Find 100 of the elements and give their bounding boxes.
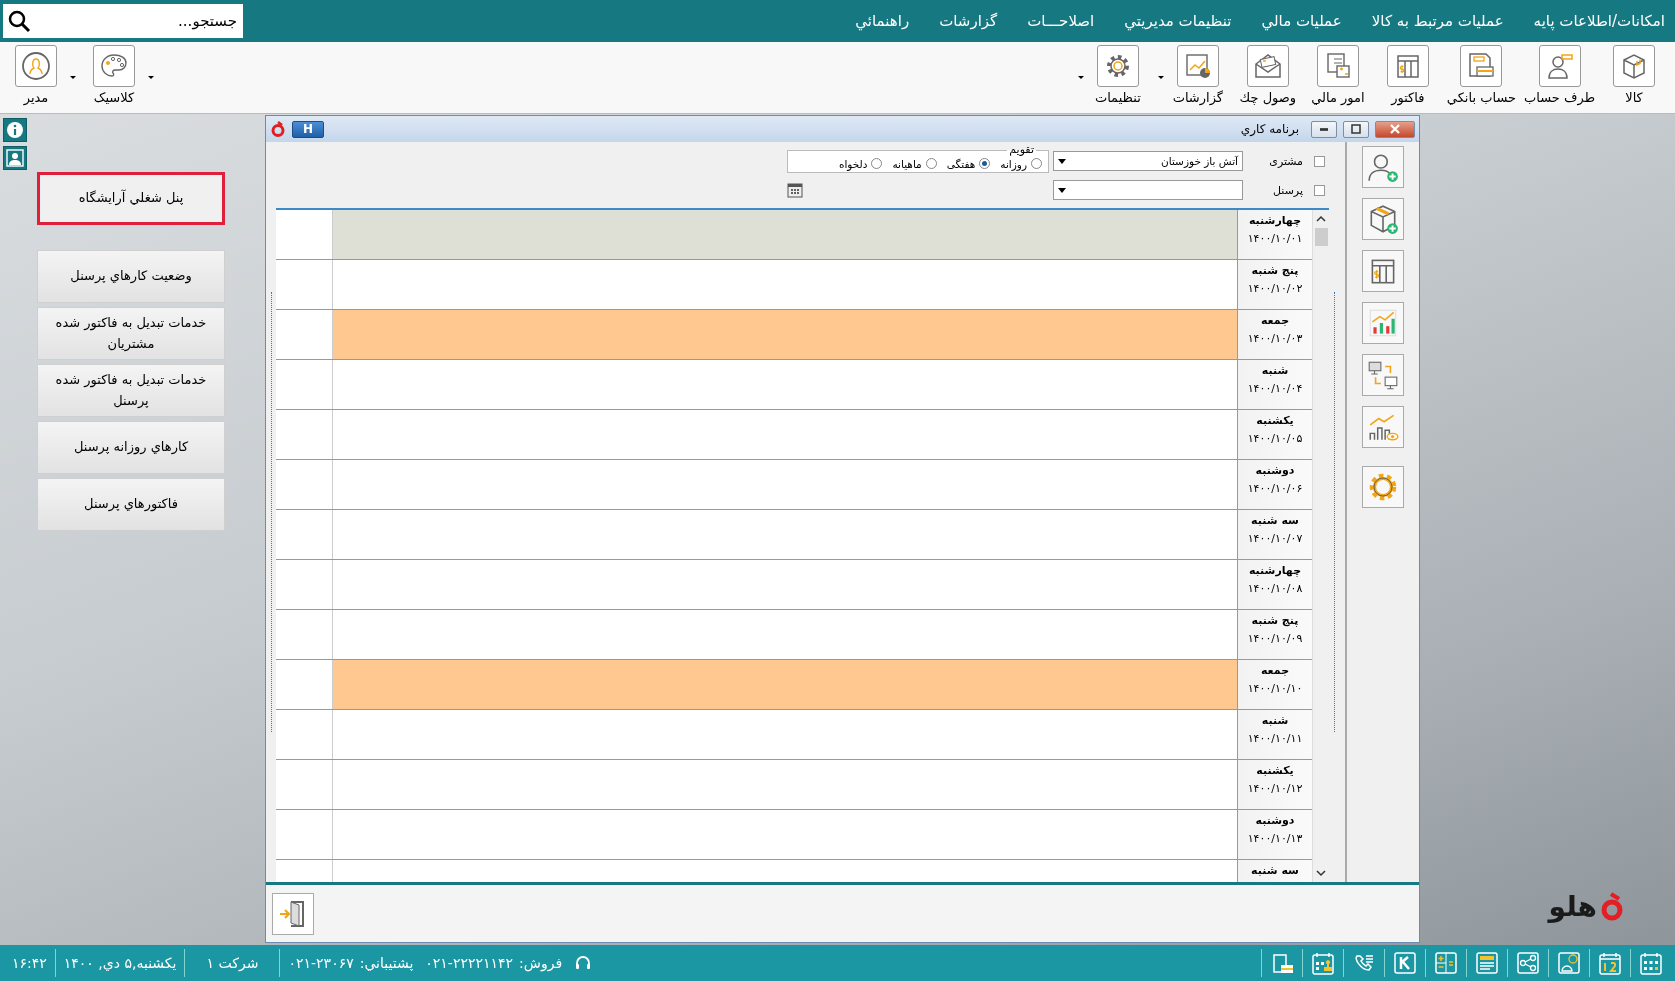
customer-dropdown[interactable]: آتش باز خوزستان xyxy=(1053,151,1243,171)
menu-item[interactable]: گزارشات xyxy=(939,12,998,30)
minimize-button[interactable] xyxy=(1311,120,1337,138)
checkbox[interactable] xyxy=(1314,184,1325,196)
letter-k-icon xyxy=(1392,950,1418,976)
menu-item[interactable]: اصلاحـــات xyxy=(1027,12,1095,30)
checkbox-label: مشتری xyxy=(1268,154,1303,168)
day-label: پنج شنبه xyxy=(1251,264,1299,277)
close-button[interactable] xyxy=(1375,120,1415,138)
schedule-row[interactable]: یکشنبه ۱۴۰۰/۱۰/۱۲ xyxy=(276,760,1312,810)
search-icon xyxy=(7,9,31,33)
panel-button[interactable]: فاكتورهاي پرسنل xyxy=(37,478,225,531)
checkbox[interactable] xyxy=(1314,155,1325,167)
schedule-row[interactable]: شنبه ۱۴۰۰/۱۰/۰۴ xyxy=(276,360,1312,410)
share-icon xyxy=(1515,950,1541,976)
status-company: شرکت ۱ xyxy=(205,955,260,971)
clock-bell-icon xyxy=(1556,950,1582,976)
schedule-row[interactable]: سه شنبه xyxy=(276,860,1312,882)
toolbar-button[interactable]: حساب بانکي xyxy=(1446,45,1517,105)
app-logo-icon xyxy=(270,121,286,137)
date-label: ۱۴۰۰/۱۰/۱۳ xyxy=(1247,832,1303,845)
tool-button[interactable] xyxy=(1362,250,1404,292)
contacts-button[interactable] xyxy=(3,146,27,170)
panel-button[interactable]: خدمات تبديل به فاكتور شده پرسنل xyxy=(37,364,225,417)
calendar-button[interactable] xyxy=(787,182,803,198)
day-label: جمعه xyxy=(1260,314,1290,327)
day-label: دوشنبه xyxy=(1255,464,1295,477)
radio-option[interactable]: ماهیانه xyxy=(892,157,937,170)
search-bar[interactable]: جستجو... xyxy=(3,4,243,38)
toolbar-button[interactable]: کلاسیک xyxy=(83,45,145,105)
schedule-row[interactable]: چهارشنبه ۱۴۰۰/۱۰/۰۸ xyxy=(276,560,1312,610)
statusbar-button[interactable] xyxy=(1473,949,1501,977)
date-label: ۱۴۰۰/۱۰/۰۴ xyxy=(1247,382,1303,395)
person-card-icon xyxy=(5,148,25,168)
toolbar-button[interactable]: فاکتور xyxy=(1376,45,1439,105)
date-label: ۱۴۰۰/۱۰/۰۳ xyxy=(1247,332,1303,345)
schedule-row[interactable]: سه شنبه ۱۴۰۰/۱۰/۰۷ xyxy=(276,510,1312,560)
menu-item[interactable]: راهنمائي xyxy=(855,12,910,30)
toolbar-button[interactable]: وصول چك xyxy=(1236,45,1299,105)
statusbar-button[interactable] xyxy=(1555,949,1583,977)
scroll-up-icon xyxy=(1316,214,1326,224)
toolbar-button[interactable]: گزارشات xyxy=(1166,45,1229,105)
tool-button[interactable] xyxy=(1362,302,1404,344)
schedule-row[interactable]: یکشنبه ۱۴۰۰/۱۰/۰۵ xyxy=(276,410,1312,460)
statusbar-button[interactable] xyxy=(1514,949,1542,977)
schedule-row[interactable]: دوشنبه ۱۴۰۰/۱۰/۱۳ xyxy=(276,810,1312,860)
schedule-row[interactable]: شنبه ۱۴۰۰/۱۰/۱۱ xyxy=(276,710,1312,760)
maximize-button[interactable] xyxy=(1343,120,1369,138)
tool-button[interactable] xyxy=(1362,198,1404,240)
toolbar-button[interactable]: تنظیمات xyxy=(1086,45,1149,105)
radio-option[interactable]: هفتگی xyxy=(946,157,991,170)
menu-item[interactable]: عملیات مرتبط به کالا xyxy=(1371,12,1504,30)
statusbar-button[interactable] xyxy=(1432,949,1460,977)
date-label: ۱۴۰۰/۱۰/۰۱ xyxy=(1247,232,1303,245)
status-date: یکشنبه,۵ دي, ۱۴۰۰ xyxy=(62,955,178,971)
toolbar-button[interactable]: طرف حساب xyxy=(1524,45,1595,105)
schedule-row[interactable]: پنج شنبه ۱۴۰۰/۱۰/۰۲ xyxy=(276,260,1312,310)
help-button[interactable]: H xyxy=(292,120,324,138)
tool-button[interactable] xyxy=(1362,406,1404,448)
logo-mark-icon xyxy=(1599,891,1625,922)
day-label: یکشنبه xyxy=(1256,414,1294,427)
day-label: شنبه xyxy=(1261,364,1289,377)
note-icon xyxy=(1474,950,1500,976)
panel-button[interactable]: كارهاي روزانه پرسنل xyxy=(37,421,225,474)
schedule-row[interactable]: دوشنبه ۱۴۰۰/۱۰/۰۶ xyxy=(276,460,1312,510)
phone-number: ۰۲۱-۲۳۰۶۷ xyxy=(288,955,354,971)
toolbar-button[interactable]: کالا xyxy=(1603,45,1665,105)
caret-icon xyxy=(69,73,77,81)
menu-item[interactable]: امکانات/اطلاعات پایه xyxy=(1533,12,1665,30)
day-label: چهارشنبه xyxy=(1248,214,1302,227)
caret-icon xyxy=(1058,186,1066,194)
scroll-down-icon xyxy=(1316,868,1326,878)
statusbar-button[interactable] xyxy=(1391,949,1419,977)
date-label: ۱۴۰۰/۱۰/۰۷ xyxy=(1247,532,1303,545)
logo-text: هلو xyxy=(1548,890,1597,923)
menu-item[interactable]: عملیات مالي xyxy=(1261,12,1342,30)
day-label: پنج شنبه xyxy=(1251,614,1299,627)
toolbar-button[interactable]: مدیر xyxy=(5,45,67,105)
tool-button[interactable] xyxy=(1362,146,1404,188)
date-label: ۱۴۰۰/۱۰/۱۱ xyxy=(1247,732,1303,745)
panel-button[interactable]: وضعيت كارهاي پرسنل xyxy=(37,250,225,303)
day-label: چهارشنبه xyxy=(1248,564,1302,577)
schedule-row[interactable]: پنج شنبه ۱۴۰۰/۱۰/۰۹ xyxy=(276,610,1312,660)
info-button[interactable] xyxy=(3,118,27,142)
radio-option[interactable]: دلخواه xyxy=(838,157,883,170)
window-title: برنامه کاري xyxy=(1240,122,1299,136)
calendar-icon xyxy=(1638,950,1664,976)
panel-button[interactable]: پنل شغلي آرايشگاه xyxy=(37,172,225,225)
caret-icon xyxy=(1156,73,1165,81)
panel-button[interactable]: خدمات تبديل به فاكتور شده مشتريان xyxy=(37,307,225,360)
day-label: دوشنبه xyxy=(1255,814,1295,827)
radio-option[interactable]: روزانه xyxy=(1000,157,1042,170)
toolbar-button[interactable]: امور مالي xyxy=(1306,45,1369,105)
tool-button[interactable] xyxy=(1362,354,1404,396)
personnel-dropdown[interactable] xyxy=(1053,180,1243,200)
menu-item[interactable]: تنظیمات مدیریتي xyxy=(1124,12,1232,30)
exit-button[interactable] xyxy=(272,892,314,935)
tool-button[interactable] xyxy=(1362,466,1404,508)
caret-icon xyxy=(1058,157,1066,165)
scroll-thumb[interactable] xyxy=(1314,228,1328,246)
